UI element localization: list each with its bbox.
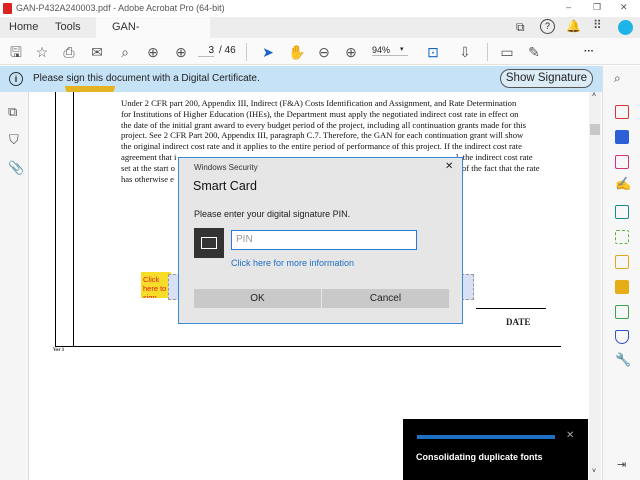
hand-tool-icon[interactable]: ✋	[288, 43, 306, 61]
organize-pages-icon[interactable]	[615, 155, 629, 169]
more-info-link[interactable]: Click here for more information	[231, 258, 354, 268]
create-pdf-icon[interactable]	[615, 105, 629, 119]
smart-card-dialog: Windows Security ✕ Smart Card Please ent…	[178, 157, 463, 324]
version-footer: Ver 1	[53, 348, 65, 353]
more-tools-wrench-icon[interactable]: 🔧	[615, 352, 631, 368]
cancel-button[interactable]: Cancel	[322, 289, 449, 308]
tab-home[interactable]: Home	[9, 17, 38, 38]
compare-icon[interactable]	[615, 230, 629, 244]
pin-placeholder: PIN	[236, 234, 253, 245]
pages-icon[interactable]: ⧉	[8, 104, 17, 120]
text-line: project. See 2 CFR Part 200, Appendix II…	[121, 130, 524, 141]
scroll-mode-icon[interactable]: ⇩	[456, 43, 474, 61]
info-message: Please sign this document with a Digital…	[33, 73, 260, 84]
pen-icon[interactable]: ✎	[525, 43, 543, 61]
divider	[246, 43, 247, 61]
bell-icon[interactable]: 🔔	[566, 19, 581, 33]
scroll-up-icon[interactable]: ˄	[592, 92, 596, 99]
search-icon[interactable]: ⌕	[116, 43, 134, 61]
smart-card-icon	[194, 228, 224, 258]
minimize-button[interactable]: –	[566, 2, 571, 12]
info-icon: i	[9, 72, 23, 86]
dialog-close-button[interactable]: ✕	[445, 161, 453, 172]
collapse-pane-icon[interactable]: ⇥	[617, 458, 626, 471]
text-line: l, the indirect cost rate	[456, 152, 533, 162]
send-for-signature-icon[interactable]	[615, 205, 629, 219]
comment-icon[interactable]: ▭	[498, 43, 516, 61]
zoom-in-icon[interactable]: ⊕	[342, 43, 360, 61]
date-line	[476, 308, 546, 309]
text-line: the original indirect cost rate and it a…	[121, 141, 522, 152]
toast-message: Consolidating duplicate fonts	[416, 452, 543, 462]
scan-ocr-icon[interactable]	[615, 305, 629, 319]
bookmark-star-icon[interactable]: ☆	[33, 43, 51, 61]
close-window-button[interactable]: ✕	[620, 2, 628, 13]
dialog-header: Windows Security	[194, 163, 258, 172]
ok-button[interactable]: OK	[194, 289, 321, 308]
more-tools-button[interactable]: ···	[584, 46, 594, 57]
comment-tool-icon[interactable]	[615, 280, 629, 294]
sign-tag-label: Click here to sign	[143, 275, 167, 302]
scroll-thumb[interactable]	[590, 124, 600, 135]
progress-fill	[417, 435, 555, 439]
left-panel: ⧉ ⛉ 📎 ◀	[0, 92, 38, 480]
select-cursor-icon[interactable]: ➤	[259, 43, 277, 61]
previous-page-icon[interactable]: ⊕	[144, 43, 162, 61]
right-tools-pane: ⌕ ✍ 🔧 ⇥	[602, 66, 640, 480]
toolbar: 🖫 ☆ ⎙ ✉ ⌕ ⊕ ⊕ 3 / 46 ➤ ✋ ⊖ ⊕ 94% ▾ ⊡ ⇩ ▭ …	[0, 38, 640, 65]
dialog-prompt: Please enter your digital signature PIN.	[194, 209, 351, 219]
email-icon[interactable]: ✉	[88, 43, 106, 61]
zoom-out-icon[interactable]: ⊖	[315, 43, 333, 61]
zoom-search-icon[interactable]: ⌕	[614, 71, 621, 86]
window-title: GAN-P432A240003.pdf - Adobe Acrobat Pro …	[16, 3, 225, 13]
progress-track	[417, 435, 555, 439]
save-icon[interactable]: 🖫	[7, 43, 25, 61]
progress-toast: ✕ Consolidating duplicate fonts	[403, 419, 588, 480]
page-border-line	[73, 92, 74, 347]
zoom-value: 94%	[372, 45, 391, 55]
protect-shield-icon[interactable]	[615, 330, 629, 344]
text-line: Under 2 CFR part 200, Appendix III, Indi…	[121, 98, 517, 108]
tab-tools[interactable]: Tools	[55, 17, 81, 38]
export-pdf-icon[interactable]	[615, 130, 629, 144]
dialog-title: Smart Card	[193, 179, 257, 193]
page-number-input[interactable]: 3	[198, 45, 214, 57]
print-icon[interactable]: ⎙	[60, 43, 78, 61]
next-page-icon[interactable]: ⊕	[172, 43, 190, 61]
zoom-select[interactable]: 94% ▾	[372, 45, 408, 56]
fit-page-icon[interactable]: ⊡	[424, 43, 442, 61]
tab-document[interactable]: GAN-P432A24000... ×	[96, 17, 210, 54]
avatar[interactable]	[618, 20, 633, 35]
page-total: / 46	[219, 45, 236, 56]
share-icon[interactable]: ⧉	[516, 20, 525, 35]
edit-pdf-icon[interactable]	[615, 255, 629, 269]
divider	[487, 43, 488, 61]
fill-sign-icon[interactable]: ✍	[615, 176, 631, 192]
pin-input[interactable]: PIN	[231, 230, 417, 250]
tab-bar: Home Tools GAN-P432A24000... × ⧉ ? 🔔 ⠿	[0, 17, 640, 54]
maximize-button[interactable]: ❐	[593, 2, 601, 13]
vertical-scrollbar[interactable]: ˄ ˅	[589, 92, 601, 480]
help-icon[interactable]: ?	[540, 19, 555, 34]
bookmark-icon[interactable]: ⛉	[9, 132, 19, 148]
apps-grid-icon[interactable]: ⠿	[593, 18, 602, 32]
pdf-app-icon	[3, 3, 12, 14]
attachment-icon[interactable]: 📎	[8, 160, 24, 176]
text-line: the date of the initial grant award to e…	[121, 119, 526, 130]
title-bar: GAN-P432A240003.pdf - Adobe Acrobat Pro …	[0, 0, 640, 17]
text-line: for Institutions of Higher Education (IH…	[121, 108, 519, 119]
text-line: of the fact that the rate	[462, 163, 540, 173]
scroll-down-icon[interactable]: ˅	[592, 468, 596, 475]
show-signature-button[interactable]: Show Signature	[500, 69, 593, 88]
toast-close-button[interactable]: ✕	[566, 430, 574, 441]
date-label: DATE	[506, 317, 531, 327]
